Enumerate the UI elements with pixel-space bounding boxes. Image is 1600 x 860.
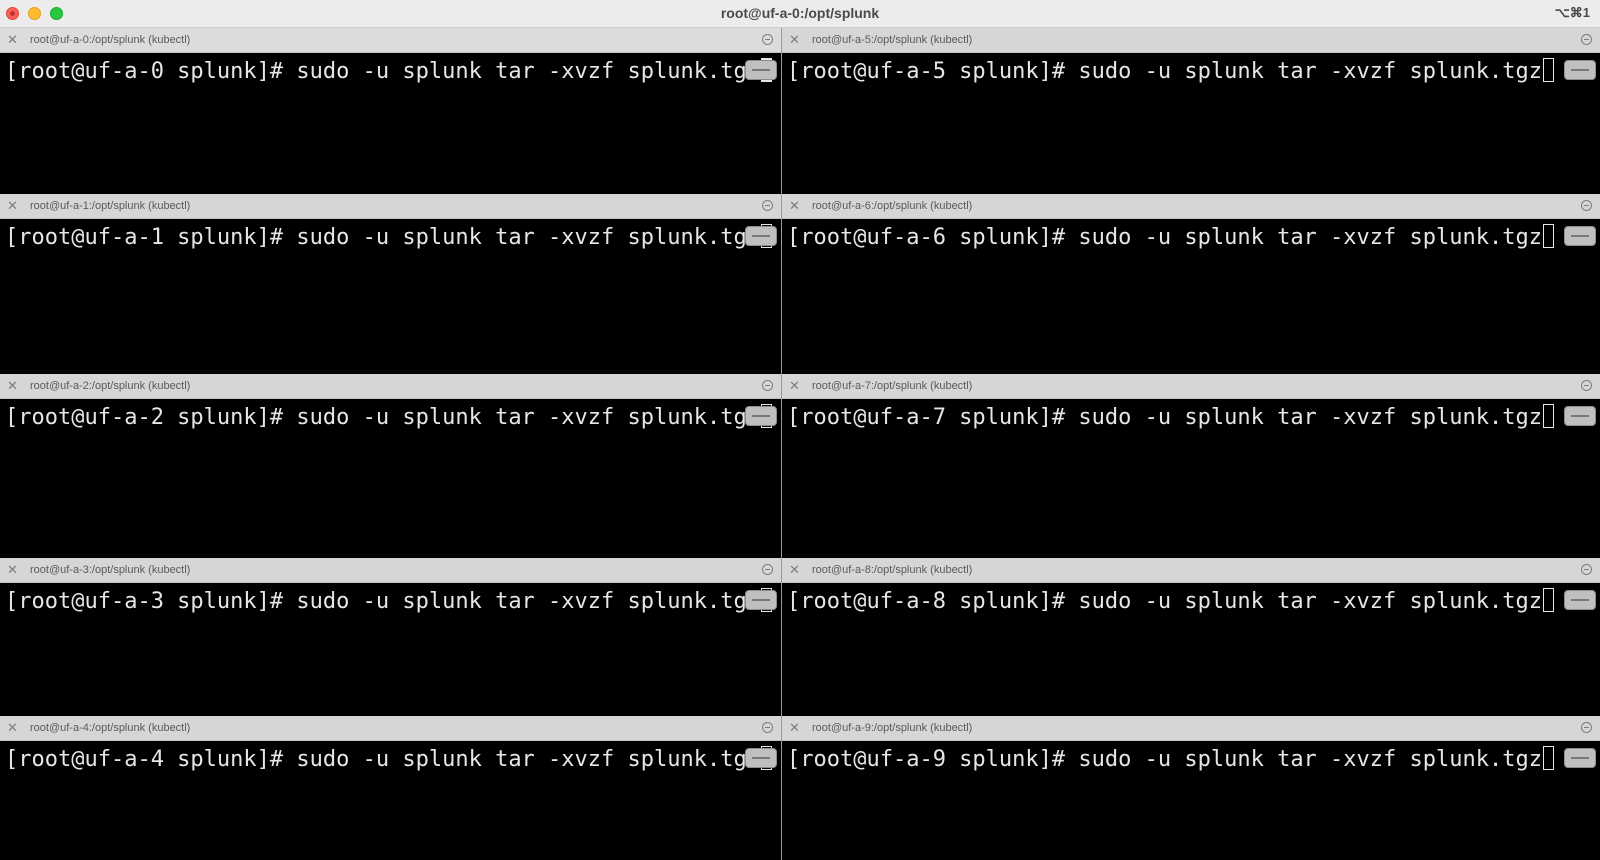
terminal-pane-uf-a-0[interactable]: ✕ root@uf-a-0:/opt/splunk (kubectl) [roo… xyxy=(0,28,781,194)
pane-menu-icon[interactable] xyxy=(1581,380,1592,391)
close-pane-icon[interactable]: ✕ xyxy=(789,198,800,214)
pane-title: root@uf-a-4:/opt/splunk (kubectl) xyxy=(30,722,191,734)
pane-title: root@uf-a-7:/opt/splunk (kubectl) xyxy=(812,380,973,392)
command-line: [root@uf-a-1 splunk]# sudo -u splunk tar… xyxy=(5,224,772,251)
pane-title: root@uf-a-1:/opt/splunk (kubectl) xyxy=(30,200,191,212)
command-line: [root@uf-a-9 splunk]# sudo -u splunk tar… xyxy=(787,746,1554,773)
keyboard-broadcast-icon[interactable] xyxy=(1564,226,1596,246)
command-text: [root@uf-a-7 splunk]# sudo -u splunk tar… xyxy=(787,405,1542,430)
pane-header[interactable]: ✕ root@uf-a-9:/opt/splunk (kubectl) xyxy=(782,716,1600,741)
command-line: [root@uf-a-6 splunk]# sudo -u splunk tar… xyxy=(787,224,1554,251)
terminal-pane-uf-a-7[interactable]: ✕ root@uf-a-7:/opt/splunk (kubectl) [roo… xyxy=(782,374,1600,558)
command-line: [root@uf-a-7 splunk]# sudo -u splunk tar… xyxy=(787,404,1554,431)
command-text: [root@uf-a-3 splunk]# sudo -u splunk tar… xyxy=(5,589,760,614)
command-line: [root@uf-a-8 splunk]# sudo -u splunk tar… xyxy=(787,588,1554,615)
close-pane-icon[interactable]: ✕ xyxy=(789,378,800,394)
terminal-body[interactable]: [root@uf-a-6 splunk]# sudo -u splunk tar… xyxy=(782,219,1600,374)
pane-menu-icon[interactable] xyxy=(1581,200,1592,211)
pane-header[interactable]: ✕ root@uf-a-7:/opt/splunk (kubectl) xyxy=(782,374,1600,399)
terminal-split-grid: ✕ root@uf-a-0:/opt/splunk (kubectl) [roo… xyxy=(0,28,1600,860)
keyboard-broadcast-icon[interactable] xyxy=(745,226,777,246)
terminal-body[interactable]: [root@uf-a-0 splunk]# sudo -u splunk tar… xyxy=(0,53,781,194)
pane-menu-icon[interactable] xyxy=(762,722,773,733)
text-cursor xyxy=(1542,588,1554,612)
pane-title: root@uf-a-0:/opt/splunk (kubectl) xyxy=(30,34,191,46)
close-pane-icon[interactable]: ✕ xyxy=(7,198,18,214)
pane-menu-icon[interactable] xyxy=(1581,564,1592,575)
terminal-body[interactable]: [root@uf-a-1 splunk]# sudo -u splunk tar… xyxy=(0,219,781,374)
pane-header[interactable]: ✕ root@uf-a-0:/opt/splunk (kubectl) xyxy=(0,28,781,53)
command-text: [root@uf-a-2 splunk]# sudo -u splunk tar… xyxy=(5,405,760,430)
command-line: [root@uf-a-2 splunk]# sudo -u splunk tar… xyxy=(5,404,772,431)
pane-menu-icon[interactable] xyxy=(762,564,773,575)
window-title: root@uf-a-0:/opt/splunk xyxy=(720,5,880,21)
close-pane-icon[interactable]: ✕ xyxy=(7,720,18,736)
terminal-pane-uf-a-1[interactable]: ✕ root@uf-a-1:/opt/splunk (kubectl) [roo… xyxy=(0,194,781,374)
terminal-body[interactable]: [root@uf-a-5 splunk]# sudo -u splunk tar… xyxy=(782,53,1600,194)
terminal-body[interactable]: [root@uf-a-3 splunk]# sudo -u splunk tar… xyxy=(0,583,781,716)
text-cursor xyxy=(1542,58,1554,82)
command-line: [root@uf-a-3 splunk]# sudo -u splunk tar… xyxy=(5,588,772,615)
pane-title: root@uf-a-2:/opt/splunk (kubectl) xyxy=(30,380,191,392)
terminal-pane-uf-a-9[interactable]: ✕ root@uf-a-9:/opt/splunk (kubectl) [roo… xyxy=(782,716,1600,860)
terminal-pane-uf-a-2[interactable]: ✕ root@uf-a-2:/opt/splunk (kubectl) [roo… xyxy=(0,374,781,558)
command-text: [root@uf-a-5 splunk]# sudo -u splunk tar… xyxy=(787,59,1542,84)
keyboard-broadcast-icon[interactable] xyxy=(745,60,777,80)
keyboard-broadcast-icon[interactable] xyxy=(745,748,777,768)
terminal-body[interactable]: [root@uf-a-7 splunk]# sudo -u splunk tar… xyxy=(782,399,1600,558)
window-titlebar[interactable]: root@uf-a-0:/opt/splunk ⌥⌘1 xyxy=(0,0,1600,28)
pane-header[interactable]: ✕ root@uf-a-8:/opt/splunk (kubectl) xyxy=(782,558,1600,583)
close-pane-icon[interactable]: ✕ xyxy=(789,32,800,48)
keyboard-broadcast-icon[interactable] xyxy=(1564,748,1596,768)
close-pane-icon[interactable]: ✕ xyxy=(7,562,18,578)
pane-header[interactable]: ✕ root@uf-a-3:/opt/splunk (kubectl) xyxy=(0,558,781,583)
command-line: [root@uf-a-0 splunk]# sudo -u splunk tar… xyxy=(5,58,772,85)
terminal-body[interactable]: [root@uf-a-4 splunk]# sudo -u splunk tar… xyxy=(0,741,781,860)
text-cursor xyxy=(1542,404,1554,428)
terminal-pane-uf-a-5[interactable]: ✕ root@uf-a-5:/opt/splunk (kubectl) [roo… xyxy=(782,28,1600,194)
pane-title: root@uf-a-9:/opt/splunk (kubectl) xyxy=(812,722,973,734)
command-text: [root@uf-a-0 splunk]# sudo -u splunk tar… xyxy=(5,59,760,84)
pane-header[interactable]: ✕ root@uf-a-6:/opt/splunk (kubectl) xyxy=(782,194,1600,219)
command-text: [root@uf-a-1 splunk]# sudo -u splunk tar… xyxy=(5,225,760,250)
command-text: [root@uf-a-6 splunk]# sudo -u splunk tar… xyxy=(787,225,1542,250)
command-line: [root@uf-a-4 splunk]# sudo -u splunk tar… xyxy=(5,746,772,773)
terminal-pane-uf-a-4[interactable]: ✕ root@uf-a-4:/opt/splunk (kubectl) [roo… xyxy=(0,716,781,860)
pane-header[interactable]: ✕ root@uf-a-5:/opt/splunk (kubectl) xyxy=(782,28,1600,53)
keyboard-broadcast-icon[interactable] xyxy=(1564,406,1596,426)
terminal-pane-uf-a-8[interactable]: ✕ root@uf-a-8:/opt/splunk (kubectl) [roo… xyxy=(782,558,1600,716)
pane-menu-icon[interactable] xyxy=(1581,722,1592,733)
command-text: [root@uf-a-9 splunk]# sudo -u splunk tar… xyxy=(787,747,1542,772)
pane-menu-icon[interactable] xyxy=(762,34,773,45)
keyboard-broadcast-icon[interactable] xyxy=(745,590,777,610)
keyboard-broadcast-icon[interactable] xyxy=(745,406,777,426)
close-pane-icon[interactable]: ✕ xyxy=(7,32,18,48)
terminal-body[interactable]: [root@uf-a-9 splunk]# sudo -u splunk tar… xyxy=(782,741,1600,860)
terminal-pane-uf-a-6[interactable]: ✕ root@uf-a-6:/opt/splunk (kubectl) [roo… xyxy=(782,194,1600,374)
close-pane-icon[interactable]: ✕ xyxy=(789,562,800,578)
pane-menu-icon[interactable] xyxy=(762,200,773,211)
pane-header[interactable]: ✕ root@uf-a-2:/opt/splunk (kubectl) xyxy=(0,374,781,399)
text-cursor xyxy=(1542,746,1554,770)
pane-header[interactable]: ✕ root@uf-a-4:/opt/splunk (kubectl) xyxy=(0,716,781,741)
keyboard-broadcast-icon[interactable] xyxy=(1564,590,1596,610)
pane-menu-icon[interactable] xyxy=(762,380,773,391)
text-cursor xyxy=(1542,224,1554,248)
window-shortcut-label: ⌥⌘1 xyxy=(1554,5,1590,20)
pane-title: root@uf-a-6:/opt/splunk (kubectl) xyxy=(812,200,973,212)
command-line: [root@uf-a-5 splunk]# sudo -u splunk tar… xyxy=(787,58,1554,85)
command-text: [root@uf-a-8 splunk]# sudo -u splunk tar… xyxy=(787,589,1542,614)
terminal-body[interactable]: [root@uf-a-2 splunk]# sudo -u splunk tar… xyxy=(0,399,781,558)
keyboard-broadcast-icon[interactable] xyxy=(1564,60,1596,80)
pane-menu-icon[interactable] xyxy=(1581,34,1592,45)
pane-header[interactable]: ✕ root@uf-a-1:/opt/splunk (kubectl) xyxy=(0,194,781,219)
pane-title: root@uf-a-8:/opt/splunk (kubectl) xyxy=(812,564,973,576)
terminal-body[interactable]: [root@uf-a-8 splunk]# sudo -u splunk tar… xyxy=(782,583,1600,716)
terminal-pane-uf-a-3[interactable]: ✕ root@uf-a-3:/opt/splunk (kubectl) [roo… xyxy=(0,558,781,716)
close-pane-icon[interactable]: ✕ xyxy=(7,378,18,394)
command-text: [root@uf-a-4 splunk]# sudo -u splunk tar… xyxy=(5,747,760,772)
pane-title: root@uf-a-3:/opt/splunk (kubectl) xyxy=(30,564,191,576)
pane-title: root@uf-a-5:/opt/splunk (kubectl) xyxy=(812,34,973,46)
close-pane-icon[interactable]: ✕ xyxy=(789,720,800,736)
